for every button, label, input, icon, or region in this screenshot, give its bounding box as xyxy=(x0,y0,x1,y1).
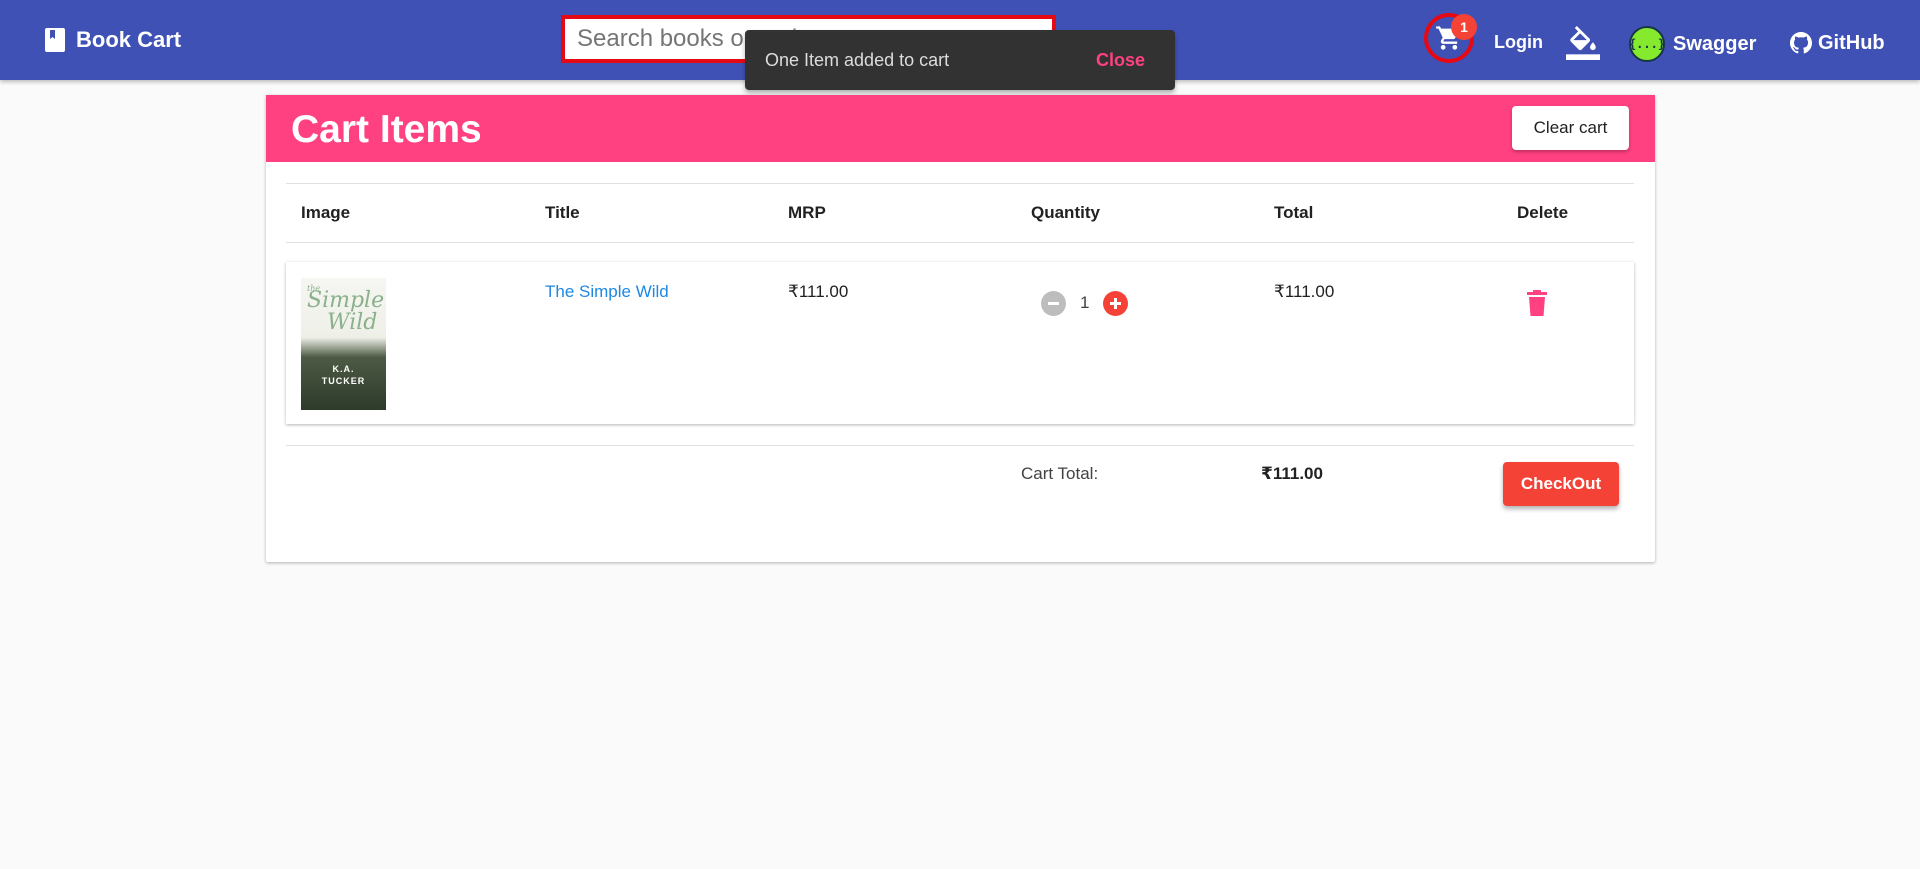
column-header-title: Title xyxy=(545,203,580,222)
column-header-mrp: MRP xyxy=(788,203,826,222)
book-title-link[interactable]: The Simple Wild xyxy=(545,282,669,302)
book-cover-image[interactable]: the Simple Wild K.A. TUCKER xyxy=(301,278,386,410)
column-header-delete: Delete xyxy=(1517,203,1569,222)
page-title: Cart Items xyxy=(291,108,482,151)
cart-total-label: Cart Total: xyxy=(1021,464,1099,483)
item-mrp: ₹111.00 xyxy=(788,282,849,301)
swagger-label: Swagger xyxy=(1673,32,1757,55)
github-label: GitHub xyxy=(1818,31,1885,54)
github-link[interactable]: GitHub xyxy=(1790,26,1885,60)
swagger-icon: {...} xyxy=(1629,26,1665,62)
decrease-quantity-button[interactable] xyxy=(1041,290,1066,316)
column-header-total: Total xyxy=(1274,203,1314,222)
quantity-value: 1 xyxy=(1080,293,1090,312)
brand-link[interactable]: Book Cart xyxy=(44,0,181,80)
cover-author: K.A. xyxy=(332,364,355,374)
github-icon xyxy=(1790,32,1812,54)
column-header-image: Image xyxy=(301,203,351,222)
minus-icon xyxy=(1048,301,1059,305)
table-row: the Simple Wild K.A. TUCKER The Simple W… xyxy=(286,262,1634,424)
item-total: ₹111.00 xyxy=(1274,282,1335,301)
cover-text: Wild xyxy=(327,310,378,335)
plus-icon xyxy=(1110,297,1122,309)
cover-text: Simple xyxy=(307,288,385,313)
brand-title: Book Cart xyxy=(76,27,182,52)
quantity-stepper: 1 xyxy=(1041,290,1129,316)
paint-bucket-icon[interactable] xyxy=(1566,26,1600,60)
cart-header: Cart Items Clear cart xyxy=(266,95,1655,162)
login-button[interactable]: Login xyxy=(1494,0,1543,84)
cover-author: TUCKER xyxy=(321,376,366,386)
cart-card: Cart Items Clear cart Image Title MRP Qu… xyxy=(266,95,1655,562)
clear-cart-button[interactable]: Clear cart xyxy=(1512,106,1629,150)
cart-count-badge: 1 xyxy=(1451,14,1477,40)
checkout-button[interactable]: CheckOut xyxy=(1503,462,1619,506)
snackbar-close-button[interactable]: Close xyxy=(1096,50,1145,71)
snackbar: One Item added to cart Close xyxy=(745,30,1175,90)
cart-total-value: ₹111.00 xyxy=(1261,464,1323,483)
snackbar-message: One Item added to cart xyxy=(765,49,950,70)
table-header: Image Title MRP Quantity Total Delete xyxy=(286,183,1634,243)
divider xyxy=(286,445,1634,446)
swagger-link[interactable]: {...} Swagger xyxy=(1629,26,1756,62)
increase-quantity-button[interactable] xyxy=(1103,290,1129,316)
book-icon xyxy=(45,28,65,52)
column-header-quantity: Quantity xyxy=(1031,203,1100,222)
trash-icon[interactable] xyxy=(1527,290,1547,316)
